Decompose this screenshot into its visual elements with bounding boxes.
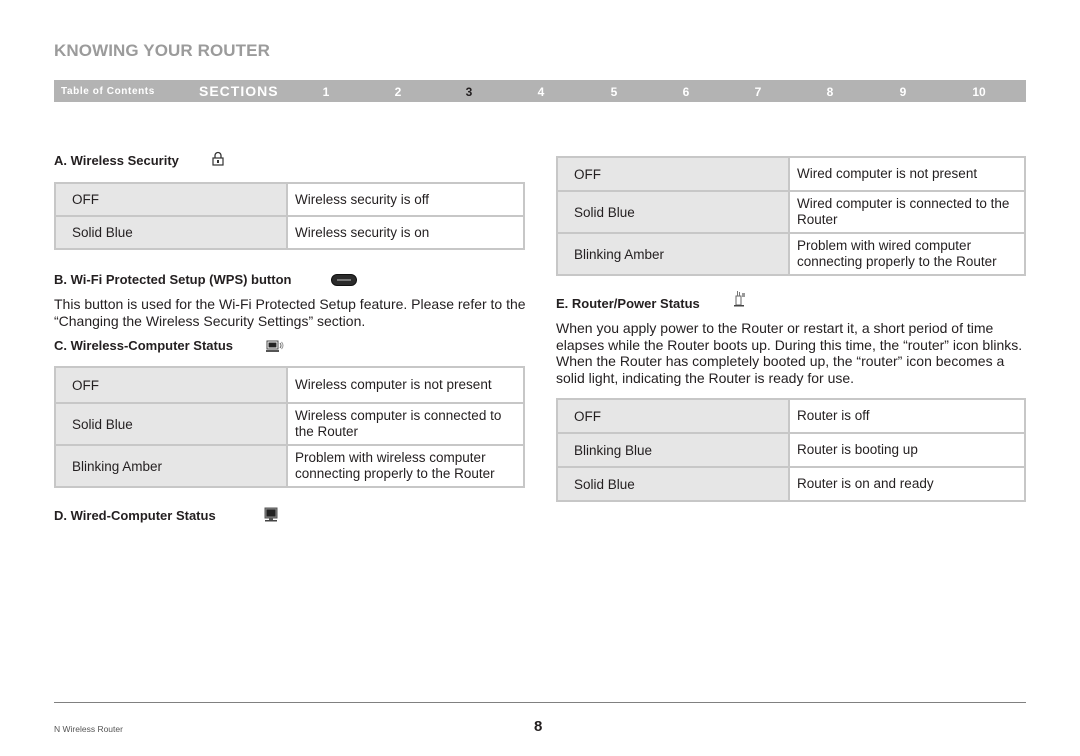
wps-button-icon <box>331 273 357 291</box>
wireless-computer-status-table: OFF Wireless computer is not present Sol… <box>54 366 525 488</box>
section-navbar: Table of Contents SECTIONS 1 2 3 4 5 6 7… <box>54 80 1026 102</box>
table-row: Solid Blue Wired computer is connected t… <box>556 190 1026 234</box>
table-row: Blinking Amber Problem with wireless com… <box>54 444 525 488</box>
description-cell: Router is off <box>788 398 1026 434</box>
table-row: Solid Blue Wireless security is on <box>54 215 525 250</box>
description-cell: Problem with wireless computer connectin… <box>286 444 525 488</box>
table-row: OFF Wired computer is not present <box>556 156 1026 192</box>
description-cell: Wireless security is off <box>286 182 525 217</box>
section-link-8[interactable]: 8 <box>815 85 845 99</box>
state-cell: Blinking Amber <box>556 232 790 276</box>
wireless-computer-icon <box>266 340 284 359</box>
sections-label: SECTIONS <box>199 83 279 99</box>
wps-description: This button is used for the Wi-Fi Protec… <box>54 296 526 329</box>
state-cell: OFF <box>54 366 288 404</box>
state-cell: Solid Blue <box>556 466 790 502</box>
footer-product-name: N Wireless Router <box>54 724 123 734</box>
section-link-6[interactable]: 6 <box>671 85 701 99</box>
state-cell: Solid Blue <box>556 190 790 234</box>
section-link-5[interactable]: 5 <box>599 85 629 99</box>
state-cell: Blinking Blue <box>556 432 790 468</box>
section-link-3[interactable]: 3 <box>454 85 484 99</box>
description-cell: Wireless computer is connected to the Ro… <box>286 402 525 446</box>
state-cell: OFF <box>54 182 288 217</box>
wireless-computer-status-heading: C. Wireless-Computer Status <box>54 338 234 353</box>
table-of-contents-link[interactable]: Table of Contents <box>61 86 155 97</box>
description-cell: Router is booting up <box>788 432 1026 468</box>
wired-computer-status-table: OFF Wired computer is not present Solid … <box>556 156 1026 276</box>
table-row: Blinking Amber Problem with wired comput… <box>556 232 1026 276</box>
page-number: 8 <box>534 718 543 735</box>
description-cell: Problem with wired computer connecting p… <box>788 232 1026 276</box>
table-row: Solid Blue Wireless computer is connecte… <box>54 402 525 446</box>
table-row: OFF Wireless computer is not present <box>54 366 525 404</box>
description-cell: Wired computer is not present <box>788 156 1026 192</box>
wireless-security-table: OFF Wireless security is off Solid Blue … <box>54 182 525 250</box>
section-link-7[interactable]: 7 <box>743 85 773 99</box>
table-row: OFF Wireless security is off <box>54 182 525 217</box>
state-cell: OFF <box>556 398 790 434</box>
section-link-1[interactable]: 1 <box>311 85 341 99</box>
table-row: Solid Blue Router is on and ready <box>556 466 1026 502</box>
description-cell: Wireless computer is not present <box>286 366 525 404</box>
wireless-security-heading: A. Wireless Security <box>54 153 179 168</box>
page-title: KNOWING YOUR ROUTER <box>54 41 270 60</box>
description-cell: Wireless security is on <box>286 215 525 250</box>
state-cell: Solid Blue <box>54 402 288 446</box>
state-cell: OFF <box>556 156 790 192</box>
table-row: Blinking Blue Router is booting up <box>556 432 1026 468</box>
wired-computer-status-heading: D. Wired-Computer Status <box>54 508 216 523</box>
section-link-10[interactable]: 10 <box>964 85 994 99</box>
wps-button-heading: B. Wi-Fi Protected Setup (WPS) button <box>54 272 292 287</box>
state-cell: Blinking Amber <box>54 444 288 488</box>
wired-computer-icon <box>264 507 278 527</box>
state-cell: Solid Blue <box>54 215 288 250</box>
router-power-status-heading: E. Router/Power Status <box>556 296 700 311</box>
section-link-9[interactable]: 9 <box>888 85 918 99</box>
router-power-description: When you apply power to the Router or re… <box>556 320 1023 386</box>
router-power-status-table: OFF Router is off Blinking Blue Router i… <box>556 398 1026 502</box>
footer-divider <box>54 702 1026 703</box>
table-row: OFF Router is off <box>556 398 1026 434</box>
router-icon <box>734 290 746 312</box>
description-cell: Wired computer is connected to the Route… <box>788 190 1026 234</box>
section-link-4[interactable]: 4 <box>526 85 556 99</box>
section-link-2[interactable]: 2 <box>383 85 413 99</box>
description-cell: Router is on and ready <box>788 466 1026 502</box>
lock-icon <box>212 151 224 171</box>
